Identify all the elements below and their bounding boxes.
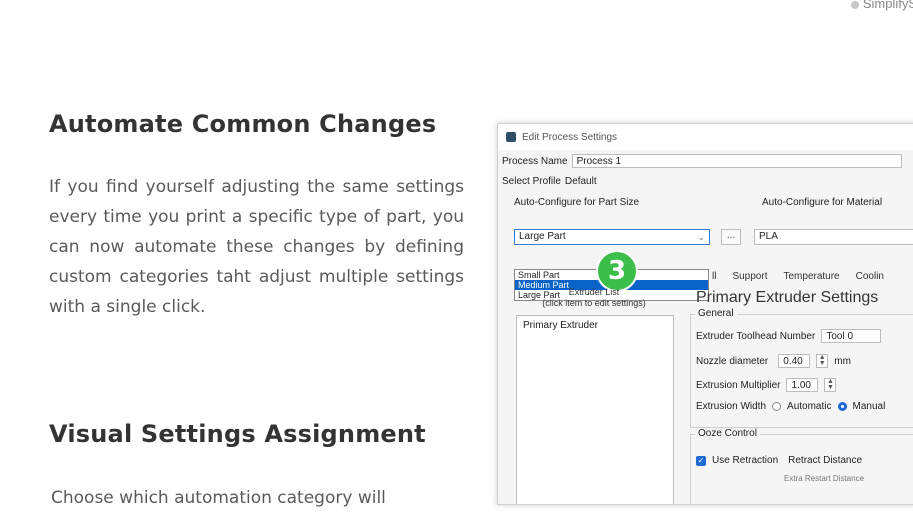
extruder-list-hint: (click item to edit settings) [542, 298, 646, 308]
tab-support[interactable]: Support [732, 271, 767, 282]
tab-cooling[interactable]: Coolin [856, 271, 884, 282]
extra-restart-row: Extra Restart Distance [784, 474, 864, 483]
extruder-list: Primary Extruder [516, 315, 674, 504]
width-automatic-label: Automatic [787, 401, 832, 412]
dialog-titlebar: Edit Process Settings [498, 124, 913, 150]
section-heading-automate: Automate Common Changes [49, 110, 437, 138]
width-manual-label: Manual [852, 401, 886, 412]
extra-restart-label: Extra Restart Distance [784, 474, 865, 483]
nozzle-unit: mm [834, 355, 851, 367]
brand-watermark: SimplifyS [850, 0, 913, 11]
section-paragraph-automate: If you find yourself adjusting the same … [49, 177, 464, 317]
retraction-label: Use Retraction [712, 455, 779, 466]
material-combo[interactable]: PLA [754, 229, 913, 245]
ooze-legend: Ooze Control [695, 428, 760, 439]
toolhead-row: Extruder Toolhead Number Tool 0 [696, 329, 882, 343]
select-profile-value[interactable]: Default [565, 176, 597, 187]
width-manual-radio[interactable] [837, 402, 847, 411]
nozzle-input[interactable]: 0.40 [778, 354, 811, 368]
multiplier-label: Extrusion Multiplier [696, 379, 781, 391]
part-size-more-button[interactable]: ... [721, 229, 741, 245]
select-profile-label: Select Profile [502, 176, 561, 187]
part-size-combo[interactable]: Large Part ⌄ [514, 229, 710, 245]
dialog-title: Edit Process Settings [522, 131, 618, 143]
extruder-list-item[interactable]: Primary Extruder [517, 316, 673, 335]
chevron-down-icon: ⌄ [697, 232, 705, 242]
extruder-list-header: Extruder List (click item to edit settin… [516, 287, 672, 309]
multiplier-row: Extrusion Multiplier 1.00 ▲ ▼ [696, 378, 837, 392]
width-automatic-radio[interactable] [772, 402, 782, 411]
brand-logo-icon [850, 0, 859, 9]
select-profile-row: Select Profile Default [502, 176, 597, 187]
autoconf-material-label: Auto-Configure for Material [762, 197, 883, 208]
toolhead-select[interactable]: Tool 0 [821, 329, 882, 343]
tab-temperature[interactable]: Temperature [783, 271, 839, 282]
material-value: PLA [759, 231, 778, 242]
extrusion-width-label: Extrusion Width [696, 401, 767, 412]
retraction-row: ✓ Use Retraction Retract Distance [696, 455, 862, 466]
multiplier-spinner[interactable]: ▲ ▼ [824, 378, 837, 392]
nozzle-spinner[interactable]: ▲ ▼ [816, 354, 829, 368]
tab-infill[interactable]: ll [712, 271, 716, 282]
autoconf-part-label: Auto-Configure for Part Size [514, 197, 640, 208]
extruder-list-title: Extruder List [568, 287, 620, 297]
extrusion-width-row: Extrusion Width Automatic Manual [696, 401, 885, 412]
multiplier-input[interactable]: 1.00 [786, 378, 819, 392]
process-name-label: Process Name [502, 155, 568, 167]
step-badge: 3 [598, 252, 636, 290]
nozzle-label: Nozzle diameter [696, 355, 769, 367]
primary-extruder-title: Primary Extruder Settings [696, 289, 879, 306]
retract-distance-label: Retract Distance [788, 455, 863, 466]
section-heading-visual: Visual Settings Assignment [49, 420, 426, 448]
settings-tabs: ll Support Temperature Coolin [712, 271, 884, 282]
nozzle-row: Nozzle diameter 0.40 ▲ ▼ mm [696, 354, 851, 368]
brand-text: SimplifyS [862, 0, 913, 11]
toolhead-label: Extruder Toolhead Number [696, 330, 816, 342]
ooze-control-group [690, 434, 913, 504]
process-settings-screenshot: Edit Process Settings Process Name Proce… [497, 123, 913, 505]
process-name-input[interactable]: Process 1 [571, 154, 902, 168]
general-legend: General [695, 308, 737, 319]
part-size-value: Large Part [519, 231, 566, 242]
app-icon [506, 132, 516, 142]
section-paragraph-visual: Choose which automation category will [51, 488, 386, 508]
retraction-checkbox[interactable]: ✓ [696, 455, 706, 466]
process-name-row: Process Name Process 1 [502, 154, 902, 168]
